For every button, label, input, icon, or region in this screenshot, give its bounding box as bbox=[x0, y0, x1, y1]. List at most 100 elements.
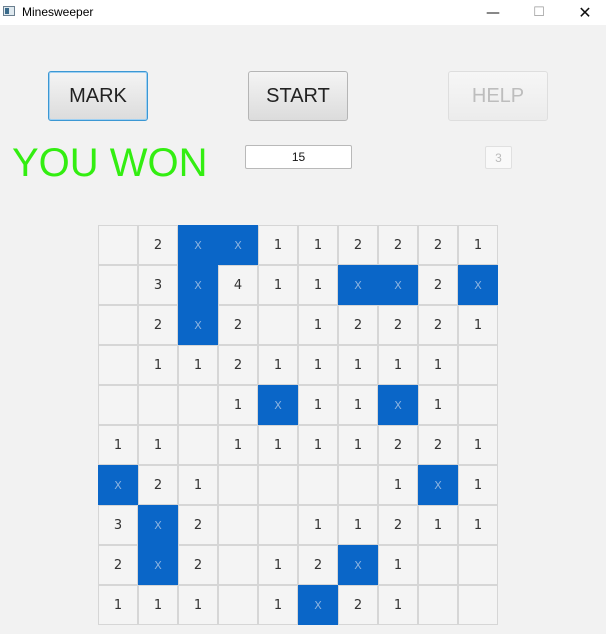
board-cell[interactable] bbox=[98, 345, 138, 385]
board-cell[interactable]: 2 bbox=[138, 465, 178, 505]
board-cell[interactable]: 2 bbox=[338, 225, 378, 265]
board-cell[interactable]: 2 bbox=[378, 425, 418, 465]
board-cell[interactable]: 1 bbox=[258, 345, 298, 385]
board-cell[interactable]: 1 bbox=[178, 465, 218, 505]
board-cell[interactable]: 1 bbox=[258, 545, 298, 585]
board-cell[interactable]: 3 bbox=[138, 265, 178, 305]
board-cell[interactable]: 2 bbox=[298, 545, 338, 585]
board-cell[interactable]: 1 bbox=[378, 345, 418, 385]
board-cell[interactable]: 1 bbox=[298, 345, 338, 385]
board-cell[interactable] bbox=[458, 345, 498, 385]
mine-cell[interactable]: X bbox=[178, 265, 218, 305]
mine-cell[interactable]: X bbox=[338, 265, 378, 305]
board-cell[interactable]: 1 bbox=[258, 225, 298, 265]
board-cell[interactable]: 1 bbox=[298, 385, 338, 425]
board-cell[interactable]: 1 bbox=[418, 385, 458, 425]
board-cell[interactable]: 2 bbox=[378, 225, 418, 265]
board-cell[interactable]: 2 bbox=[138, 305, 178, 345]
board-cell[interactable]: 1 bbox=[418, 345, 458, 385]
mine-cell[interactable]: X bbox=[378, 385, 418, 425]
board-cell[interactable] bbox=[218, 505, 258, 545]
mine-cell[interactable]: X bbox=[178, 305, 218, 345]
board-cell[interactable] bbox=[458, 585, 498, 625]
board-cell[interactable] bbox=[418, 585, 458, 625]
board-cell[interactable]: 1 bbox=[218, 385, 258, 425]
board-cell[interactable]: 1 bbox=[458, 305, 498, 345]
board-cell[interactable] bbox=[98, 305, 138, 345]
board-cell[interactable] bbox=[418, 545, 458, 585]
board-cell[interactable]: 1 bbox=[258, 265, 298, 305]
board-cell[interactable]: 1 bbox=[378, 585, 418, 625]
mine-cell[interactable]: X bbox=[138, 545, 178, 585]
board-cell[interactable] bbox=[218, 545, 258, 585]
board-cell[interactable]: 1 bbox=[258, 425, 298, 465]
board-cell[interactable] bbox=[178, 425, 218, 465]
board-cell[interactable] bbox=[298, 465, 338, 505]
board-cell[interactable]: 1 bbox=[98, 425, 138, 465]
board-cell[interactable]: 1 bbox=[298, 305, 338, 345]
mine-cell[interactable]: X bbox=[138, 505, 178, 545]
board-cell[interactable]: 2 bbox=[418, 425, 458, 465]
board-cell[interactable]: 1 bbox=[218, 425, 258, 465]
board-cell[interactable]: 1 bbox=[458, 425, 498, 465]
board-cell[interactable]: 1 bbox=[338, 385, 378, 425]
board-cell[interactable]: 1 bbox=[458, 505, 498, 545]
board-cell[interactable]: 1 bbox=[458, 225, 498, 265]
board-cell[interactable] bbox=[458, 545, 498, 585]
board-cell[interactable]: 2 bbox=[138, 225, 178, 265]
board-cell[interactable]: 1 bbox=[298, 505, 338, 545]
board-cell[interactable] bbox=[458, 385, 498, 425]
board-cell[interactable]: 1 bbox=[98, 585, 138, 625]
board-cell[interactable]: 1 bbox=[298, 425, 338, 465]
mine-cell[interactable]: X bbox=[258, 385, 298, 425]
board-cell[interactable] bbox=[258, 305, 298, 345]
board-cell[interactable]: 1 bbox=[138, 345, 178, 385]
board-cell[interactable] bbox=[98, 265, 138, 305]
board-cell[interactable]: 1 bbox=[338, 505, 378, 545]
mine-cell[interactable]: X bbox=[98, 465, 138, 505]
board-cell[interactable]: 3 bbox=[98, 505, 138, 545]
mine-count-field[interactable]: 15 bbox=[245, 145, 352, 169]
board-cell[interactable]: 1 bbox=[298, 225, 338, 265]
board-cell[interactable]: 2 bbox=[178, 505, 218, 545]
board-cell[interactable]: 1 bbox=[338, 425, 378, 465]
mine-cell[interactable]: X bbox=[338, 545, 378, 585]
minimize-icon[interactable]: — bbox=[470, 0, 516, 25]
board-cell[interactable] bbox=[258, 505, 298, 545]
board-cell[interactable]: 1 bbox=[378, 465, 418, 505]
board-cell[interactable] bbox=[218, 465, 258, 505]
board-cell[interactable]: 2 bbox=[418, 225, 458, 265]
board-cell[interactable]: 2 bbox=[338, 585, 378, 625]
board-cell[interactable]: 2 bbox=[418, 265, 458, 305]
board-cell[interactable]: 4 bbox=[218, 265, 258, 305]
board-cell[interactable]: 1 bbox=[138, 425, 178, 465]
board-cell[interactable] bbox=[338, 465, 378, 505]
mine-cell[interactable]: X bbox=[298, 585, 338, 625]
mine-cell[interactable]: X bbox=[218, 225, 258, 265]
maximize-icon[interactable]: ☐ bbox=[516, 0, 562, 25]
board-cell[interactable]: 2 bbox=[378, 305, 418, 345]
mine-cell[interactable]: X bbox=[178, 225, 218, 265]
mark-button[interactable]: MARK bbox=[48, 71, 148, 121]
mine-cell[interactable]: X bbox=[458, 265, 498, 305]
board-cell[interactable] bbox=[178, 385, 218, 425]
close-icon[interactable]: ✕ bbox=[562, 0, 606, 25]
board-cell[interactable]: 1 bbox=[458, 465, 498, 505]
board-cell[interactable] bbox=[258, 465, 298, 505]
mine-cell[interactable]: X bbox=[378, 265, 418, 305]
board-cell[interactable]: 1 bbox=[178, 345, 218, 385]
board-cell[interactable]: 2 bbox=[178, 545, 218, 585]
board-cell[interactable]: 1 bbox=[138, 585, 178, 625]
board-cell[interactable] bbox=[98, 225, 138, 265]
board-cell[interactable]: 1 bbox=[338, 345, 378, 385]
board-cell[interactable]: 1 bbox=[418, 505, 458, 545]
start-button[interactable]: START bbox=[248, 71, 348, 121]
board-cell[interactable]: 2 bbox=[338, 305, 378, 345]
mine-cell[interactable]: X bbox=[418, 465, 458, 505]
board-cell[interactable]: 1 bbox=[378, 545, 418, 585]
board-cell[interactable] bbox=[138, 385, 178, 425]
board-cell[interactable] bbox=[98, 385, 138, 425]
board-cell[interactable]: 1 bbox=[178, 585, 218, 625]
board-cell[interactable]: 1 bbox=[298, 265, 338, 305]
board-cell[interactable]: 2 bbox=[218, 345, 258, 385]
